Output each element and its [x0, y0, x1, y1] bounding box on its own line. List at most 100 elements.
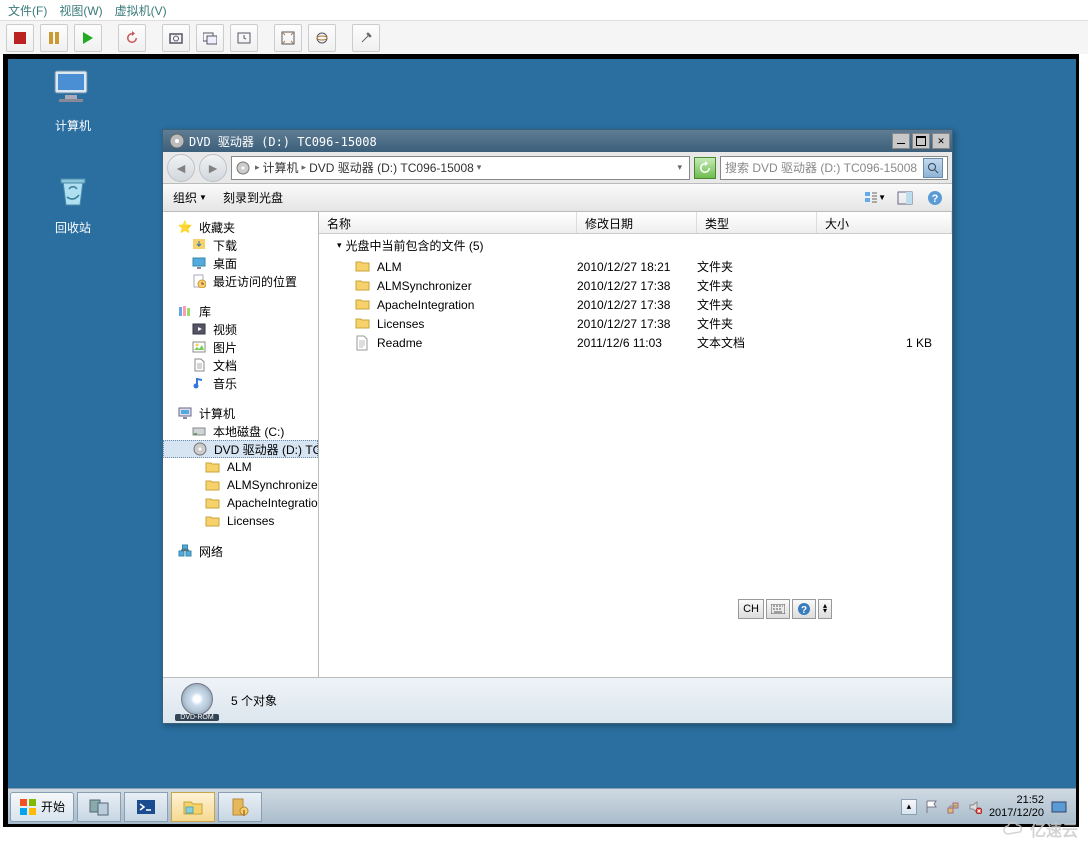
- address-bar: ◄ ► ▸ 计算机 ▸ DVD 驱动器 (D:) TC096-15008 ▾ ▾…: [163, 152, 952, 184]
- tree-computer[interactable]: 计算机: [163, 404, 318, 422]
- close-button[interactable]: [932, 133, 950, 149]
- show-desktop-button[interactable]: [1050, 799, 1068, 815]
- menu-file[interactable]: 文件(F): [8, 2, 47, 18]
- music-icon: [191, 375, 207, 391]
- tree-sync[interactable]: ALMSynchronizer: [163, 476, 318, 494]
- start-button[interactable]: 开始: [10, 792, 74, 822]
- file-date: 2010/12/27 17:38: [577, 298, 697, 312]
- tree-network[interactable]: 网络: [163, 542, 318, 560]
- tray-expand-button[interactable]: ▴: [901, 799, 917, 815]
- minimize-button[interactable]: [892, 133, 910, 149]
- nav-forward-button[interactable]: ►: [199, 154, 227, 182]
- language-bar: CH ? ▴▾: [738, 599, 832, 619]
- vm-snapshot-manager-button[interactable]: [196, 24, 224, 52]
- history-dropdown-icon[interactable]: ▾: [677, 162, 682, 173]
- folder-icon: [205, 459, 221, 475]
- tree-library[interactable]: 库: [163, 302, 318, 320]
- file-row[interactable]: ALM2010/12/27 18:21文件夹: [319, 257, 952, 276]
- file-name: ALMSynchronizer: [377, 279, 472, 293]
- tree-dvd[interactable]: DVD 驱动器 (D:) TC: [163, 440, 318, 458]
- vm-stop-button[interactable]: [6, 24, 34, 52]
- network-icon: [177, 543, 193, 559]
- file-row[interactable]: ALMSynchronizer2010/12/27 17:38文件夹: [319, 276, 952, 295]
- group-header[interactable]: ▾光盘中当前包含的文件 (5): [319, 234, 952, 257]
- vm-unity-button[interactable]: [308, 24, 336, 52]
- dvd-crumb-icon: [236, 161, 252, 175]
- vm-revert-button[interactable]: [230, 24, 258, 52]
- col-type[interactable]: 类型: [697, 212, 817, 233]
- burn-button[interactable]: 刻录到光盘: [219, 187, 287, 208]
- tree-pictures[interactable]: 图片: [163, 338, 318, 356]
- help-button[interactable]: ?: [924, 187, 946, 209]
- clock[interactable]: 21:52 2017/12/20: [989, 794, 1044, 818]
- tree-localdisk[interactable]: 本地磁盘 (C:): [163, 422, 318, 440]
- col-name[interactable]: 名称: [319, 212, 577, 233]
- lang-keyboard-button[interactable]: [766, 599, 790, 619]
- recycle-icon: [49, 167, 97, 215]
- nav-back-button[interactable]: ◄: [167, 154, 195, 182]
- crumb-computer[interactable]: 计算机: [263, 159, 299, 176]
- tree-licenses[interactable]: Licenses: [163, 512, 318, 530]
- dvd-title-icon: [169, 133, 185, 149]
- file-row[interactable]: ApacheIntegration2010/12/27 17:38文件夹: [319, 295, 952, 314]
- preview-pane-button[interactable]: [894, 187, 916, 209]
- flag-icon[interactable]: [923, 799, 939, 815]
- tree-documents[interactable]: 文档: [163, 356, 318, 374]
- tree-alm[interactable]: ALM: [163, 458, 318, 476]
- vm-snapshot-button[interactable]: [162, 24, 190, 52]
- breadcrumb[interactable]: ▸ 计算机 ▸ DVD 驱动器 (D:) TC096-15008 ▾ ▾: [231, 156, 690, 180]
- search-input[interactable]: 搜索 DVD 驱动器 (D:) TC096-15008: [720, 156, 948, 180]
- organize-button[interactable]: 组织 ▼: [169, 187, 211, 208]
- search-placeholder: 搜索 DVD 驱动器 (D:) TC096-15008: [725, 159, 917, 176]
- search-button[interactable]: [923, 158, 943, 178]
- crumb-drive[interactable]: DVD 驱动器 (D:) TC096-15008: [309, 159, 474, 176]
- status-text: 5 个对象: [231, 692, 277, 709]
- maximize-button[interactable]: [912, 133, 930, 149]
- vm-reset-button[interactable]: [118, 24, 146, 52]
- menu-vm[interactable]: 虚拟机(V): [115, 2, 167, 18]
- vm-pause-button[interactable]: [40, 24, 68, 52]
- nav-tree[interactable]: ⭐收藏夹 下载 桌面 最近访问的位置 库 视频 图片 文档 音乐 计算机 本地磁…: [163, 212, 319, 677]
- vm-settings-button[interactable]: [352, 24, 380, 52]
- menu-view[interactable]: 视图(W): [59, 2, 102, 18]
- chevron-down-icon[interactable]: ▾: [477, 162, 482, 173]
- file-row[interactable]: Readme2011/12/6 11:03文本文档1 KB: [319, 333, 952, 352]
- lang-ch-button[interactable]: CH: [738, 599, 764, 619]
- desktop-recycle-icon[interactable]: 回收站: [38, 167, 108, 236]
- lang-help-button[interactable]: ?: [792, 599, 816, 619]
- folder-icon: [205, 513, 221, 529]
- file-name: ALM: [377, 260, 402, 274]
- vm-play-button[interactable]: [74, 24, 102, 52]
- file-row[interactable]: Licenses2010/12/27 17:38文件夹: [319, 314, 952, 333]
- network-tray-icon[interactable]: [945, 799, 961, 815]
- lang-options-button[interactable]: ▴▾: [818, 599, 832, 619]
- taskbar-server-manager[interactable]: [77, 792, 121, 822]
- toolbar: 组织 ▼ 刻录到光盘 ▼ ?: [163, 184, 952, 212]
- tree-apache[interactable]: ApacheIntegratio: [163, 494, 318, 512]
- col-size[interactable]: 大小: [817, 212, 952, 233]
- window-title: DVD 驱动器 (D:) TC096-15008: [189, 133, 890, 150]
- refresh-button[interactable]: [694, 157, 716, 179]
- tree-recent[interactable]: 最近访问的位置: [163, 272, 318, 290]
- file-list[interactable]: 名称 修改日期 类型 大小 ▾光盘中当前包含的文件 (5) ALM 2010/12…: [319, 212, 952, 677]
- desktop-icon: [191, 255, 207, 271]
- taskbar-app[interactable]: [218, 792, 262, 822]
- taskbar-powershell[interactable]: [124, 792, 168, 822]
- tree-videos[interactable]: 视频: [163, 320, 318, 338]
- status-bar: DVD-ROM 5 个对象: [163, 677, 952, 723]
- desktop-computer-label: 计算机: [38, 117, 108, 134]
- col-date[interactable]: 修改日期: [577, 212, 697, 233]
- folder-icon: [355, 278, 371, 294]
- vm-fullscreen-button[interactable]: [274, 24, 302, 52]
- desktop-computer-icon[interactable]: 计算机: [38, 65, 108, 134]
- file-type: 文件夹: [697, 277, 817, 294]
- sound-tray-icon[interactable]: [967, 799, 983, 815]
- file-date: 2010/12/27 18:21: [577, 260, 697, 274]
- tree-favorites[interactable]: ⭐收藏夹: [163, 218, 318, 236]
- taskbar-explorer[interactable]: [171, 792, 215, 822]
- tree-music[interactable]: 音乐: [163, 374, 318, 392]
- view-mode-button[interactable]: ▼: [864, 187, 886, 209]
- tree-downloads[interactable]: 下载: [163, 236, 318, 254]
- title-bar[interactable]: DVD 驱动器 (D:) TC096-15008: [163, 130, 952, 152]
- tree-desktop[interactable]: 桌面: [163, 254, 318, 272]
